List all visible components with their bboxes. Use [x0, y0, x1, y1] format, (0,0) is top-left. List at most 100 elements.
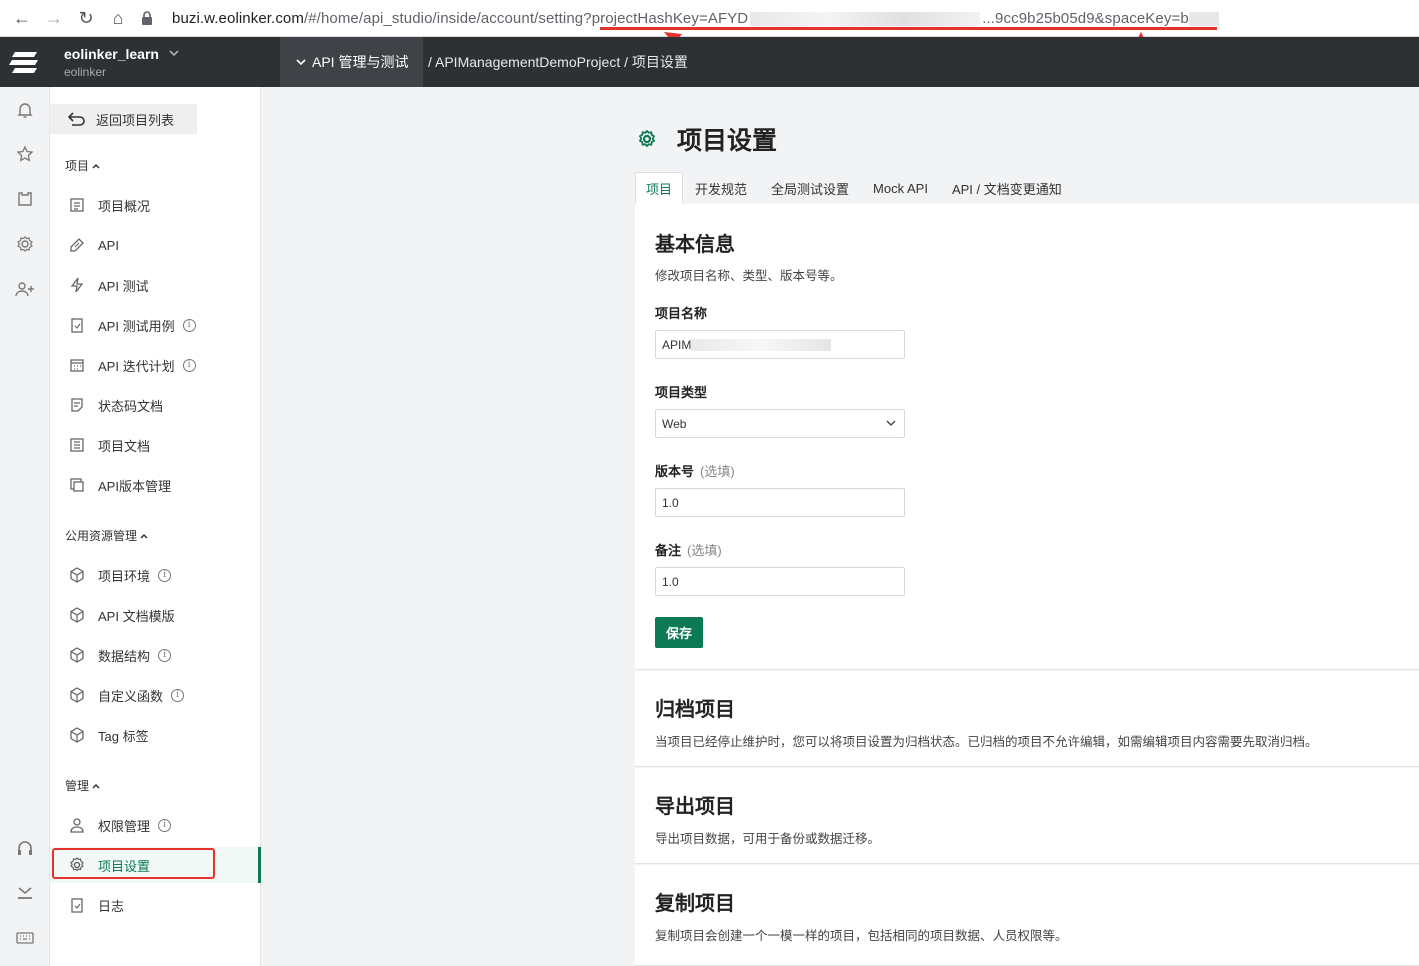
home-icon[interactable]: ⌂: [102, 3, 134, 33]
sidebar-item-api-iteration[interactable]: API 迭代计划 i: [50, 347, 261, 383]
optional-hint: (选填): [687, 543, 722, 558]
sidebar-item-project-doc[interactable]: 项目文档: [50, 427, 261, 463]
sidebar-item-label: API版本管理: [98, 478, 171, 494]
tab-project[interactable]: 项目: [635, 172, 684, 204]
box-icon[interactable]: [14, 188, 36, 210]
sidebar-item-api-test-case[interactable]: API 测试用例 i: [50, 307, 261, 343]
version-label: 版本号 (选填): [655, 461, 735, 480]
sidebar-item-label: 项目概况: [98, 198, 151, 214]
bell-icon[interactable]: [14, 99, 36, 121]
chevron-down-icon: [886, 420, 896, 426]
sidebar-item-api[interactable]: API: [50, 227, 261, 263]
sidebar-item-permissions[interactable]: 权限管理 i: [50, 807, 261, 843]
keyboard-icon[interactable]: [14, 927, 36, 949]
eolinker-logo-icon[interactable]: [0, 37, 50, 87]
sidebar-item-label: 项目环境: [98, 568, 151, 584]
version-label-text: 版本号: [655, 464, 695, 479]
info-icon[interactable]: i: [182, 358, 196, 372]
group-title-label: 管理: [65, 779, 90, 793]
tab-mock-api[interactable]: Mock API: [861, 172, 940, 204]
info-icon[interactable]: i: [158, 648, 172, 662]
add-user-icon[interactable]: [14, 278, 36, 300]
chevron-up-icon: [140, 533, 148, 539]
back-arrow-icon[interactable]: ←: [6, 3, 38, 33]
group-title-project[interactable]: 项目: [65, 157, 100, 174]
api-icon: [68, 236, 86, 254]
calendar-icon: [68, 356, 86, 374]
chevron-up-icon: [92, 783, 100, 789]
copy-panel: 复制项目 复制项目会创建一个一模一样的项目，包括相同的项目数据、人员权限等。: [635, 865, 1419, 966]
version-input[interactable]: 1.0: [655, 488, 905, 517]
group-title-label: 项目: [65, 159, 90, 173]
section-title[interactable]: 导出项目: [655, 790, 735, 819]
workspace-switcher[interactable]: eolinker_learn eolinker: [64, 46, 280, 79]
group-title-shared-resources[interactable]: 公用资源管理: [65, 527, 148, 544]
chevron-down-icon: [169, 50, 179, 57]
workspace-sub: eolinker: [64, 64, 107, 79]
sidebar-item-label: API 测试: [98, 278, 149, 294]
info-icon[interactable]: i: [182, 318, 196, 332]
input-value: APIM: [662, 337, 692, 352]
reload-icon[interactable]: ↻: [70, 3, 102, 33]
tab-dev-standards[interactable]: 开发规范: [683, 172, 759, 204]
lightning-icon: [68, 276, 86, 294]
remark-input[interactable]: 1.0: [655, 567, 905, 596]
tab-change-notification[interactable]: API / 文档变更通知: [940, 172, 1074, 204]
module-tab-label: API 管理与测试: [312, 54, 409, 70]
redacted-region: [1188, 11, 1219, 26]
sidebar-item-label: 权限管理: [98, 818, 151, 834]
sidebar-item-project-env[interactable]: 项目环境 i: [50, 557, 261, 593]
chevron-down-icon: [296, 58, 306, 65]
breadcrumb: / APIManagementDemoProject / 项目设置: [428, 54, 688, 70]
project-type-select[interactable]: Web: [655, 409, 905, 438]
sidebar-item-label: 状态码文档: [98, 398, 164, 414]
section-description: 复制项目会创建一个一模一样的项目，包括相同的项目数据、人员权限等。: [655, 929, 1068, 943]
sidebar-item-api-test[interactable]: API 测试: [50, 267, 261, 303]
section-title: 基本信息: [655, 234, 735, 256]
section-title[interactable]: 复制项目: [655, 887, 735, 916]
save-button[interactable]: 保存: [655, 617, 703, 648]
section-title[interactable]: 归档项目: [655, 693, 735, 722]
cube-icon: [68, 566, 86, 584]
sidebar-item-custom-function[interactable]: 自定义函数 i: [50, 677, 261, 713]
cube-icon: [68, 646, 86, 664]
info-icon[interactable]: i: [158, 818, 172, 832]
workspace-name: eolinker_learn: [64, 45, 159, 62]
main-content: 项目设置 项目 开发规范 全局测试设置 Mock API API / 文档变更通…: [261, 87, 1419, 966]
tab-global-test-settings[interactable]: 全局测试设置: [759, 172, 861, 204]
cube-icon: [68, 606, 86, 624]
url-tail: ...9cc9b25b05d9&spaceKey=b: [982, 9, 1189, 27]
sidebar-item-data-structure[interactable]: 数据结构 i: [50, 637, 261, 673]
overview-icon: [68, 196, 86, 214]
module-tab[interactable]: API 管理与测试: [280, 37, 423, 87]
archive-panel: 归档项目 当项目已经停止维护时，您可以将项目设置为归档状态。已归档的项目不允许编…: [635, 671, 1419, 767]
sidebar-item-label: 数据结构: [98, 648, 151, 664]
group-title-management[interactable]: 管理: [65, 777, 100, 794]
download-icon[interactable]: [14, 882, 36, 904]
sidebar-item-api-doc-template[interactable]: API 文档模版: [50, 597, 261, 633]
sidebar-item-overview[interactable]: 项目概况: [50, 187, 261, 223]
sidebar-item-status-code-doc[interactable]: 状态码文档: [50, 387, 261, 423]
project-name-input[interactable]: APIM: [655, 330, 905, 359]
sidebar-item-tag[interactable]: Tag 标签: [50, 717, 261, 753]
page-header: 项目设置: [637, 121, 777, 157]
back-to-project-list-button[interactable]: 返回项目列表: [50, 104, 197, 134]
user-icon: [68, 816, 86, 834]
sidebar-item-log[interactable]: 日志: [50, 887, 261, 923]
return-icon: [68, 112, 85, 126]
section-description: 修改项目名称、类型、版本号等。: [655, 269, 843, 283]
basic-info-panel: 基本信息 修改项目名称、类型、版本号等。 项目名称 APIM 项目类型 Web …: [635, 204, 1419, 670]
list-doc-icon: [68, 436, 86, 454]
remark-label-text: 备注: [655, 543, 682, 558]
info-icon[interactable]: i: [158, 568, 172, 582]
sidebar-item-label: 日志: [98, 898, 125, 914]
info-icon[interactable]: i: [171, 688, 185, 702]
gear-icon[interactable]: [14, 233, 36, 255]
star-icon[interactable]: [14, 143, 36, 165]
headset-icon[interactable]: [14, 837, 36, 859]
sidebar-item-label: 自定义函数: [98, 688, 164, 704]
forward-arrow-icon[interactable]: →: [38, 3, 70, 33]
select-value: Web: [662, 416, 687, 431]
sidebar-item-label: API: [98, 237, 119, 253]
sidebar-item-api-version[interactable]: API版本管理: [50, 467, 261, 503]
